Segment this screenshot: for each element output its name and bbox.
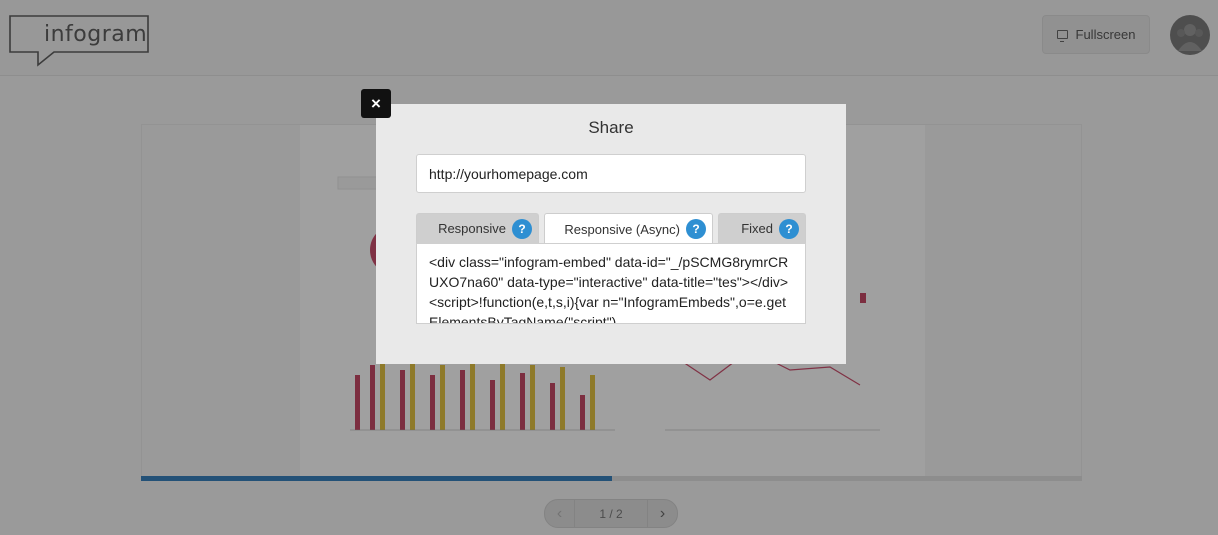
homepage-url-input[interactable] (416, 154, 806, 193)
tab-label: Fixed (741, 221, 773, 236)
embed-code-textarea[interactable]: <div class="infogram-embed" data-id="_/p… (416, 243, 806, 324)
tab-responsive[interactable]: Responsive ? (416, 213, 539, 243)
tab-responsive-async[interactable]: Responsive (Async) ? (544, 213, 713, 244)
tab-fixed[interactable]: Fixed ? (718, 213, 806, 243)
embed-type-tabs: Responsive ? Responsive (Async) ? Fixed … (416, 213, 806, 244)
tab-label: Responsive (438, 221, 506, 236)
close-modal-button[interactable]: × (361, 89, 391, 118)
share-modal: Share Responsive ? Responsive (Async) ? … (376, 104, 846, 364)
modal-title: Share (588, 118, 634, 137)
help-icon[interactable]: ? (779, 218, 799, 239)
help-icon[interactable]: ? (512, 218, 532, 239)
tab-label: Responsive (Async) (564, 221, 680, 237)
help-icon[interactable]: ? (686, 219, 706, 239)
